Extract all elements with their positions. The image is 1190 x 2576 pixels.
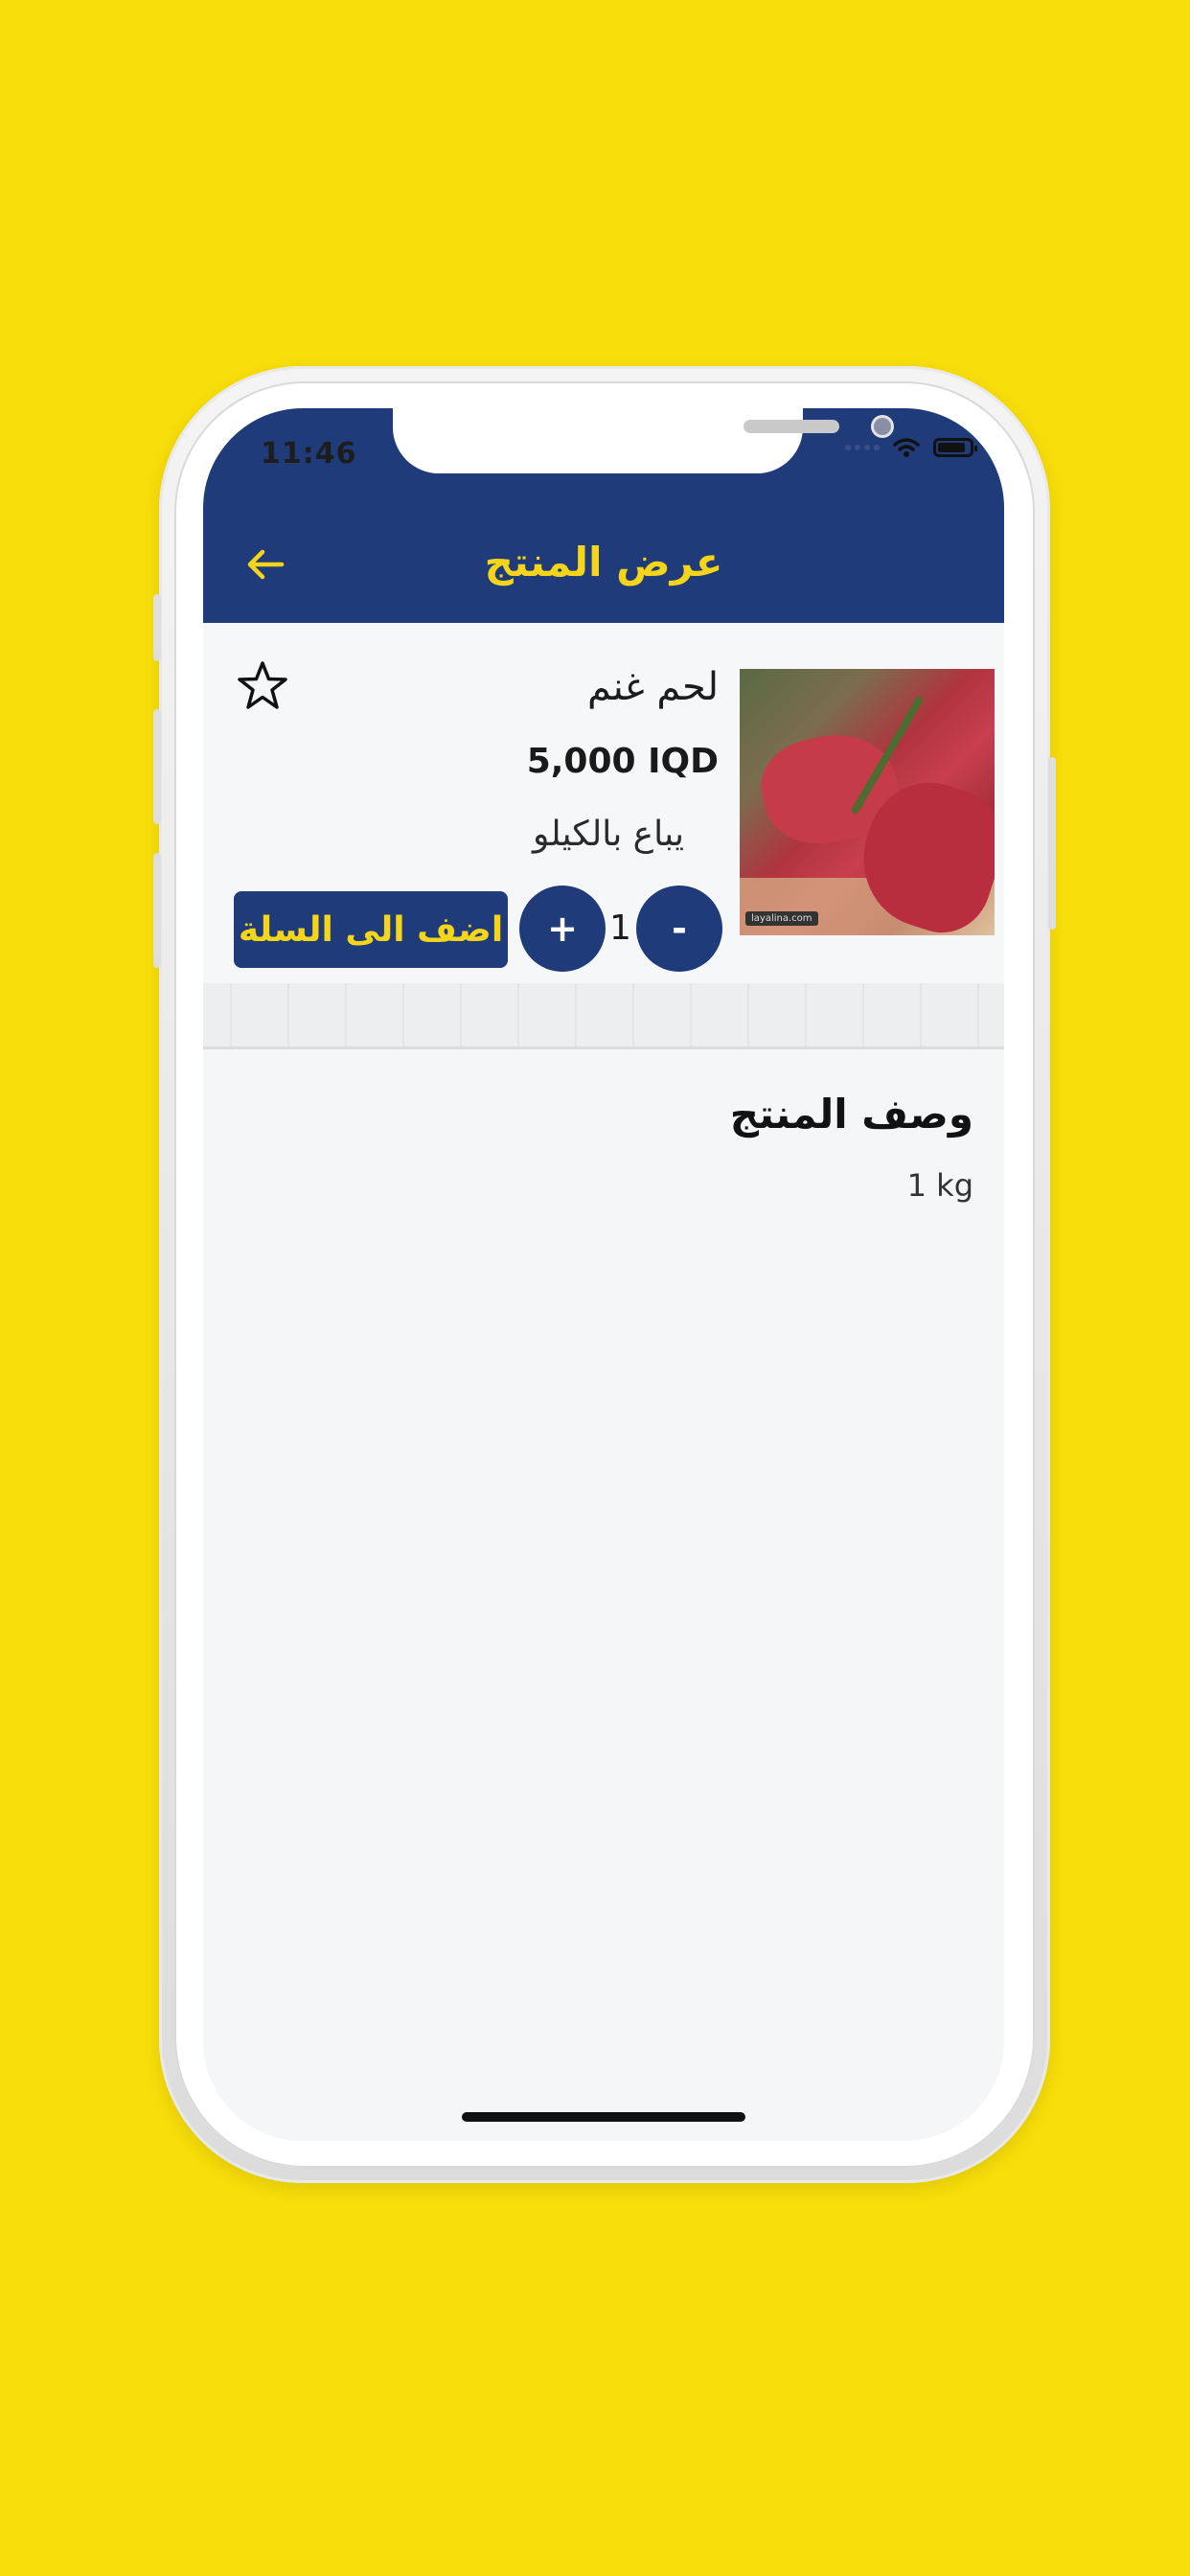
page-title: عرض المنتج	[484, 539, 723, 586]
notch	[393, 408, 891, 473]
power-button	[1048, 757, 1056, 930]
speaker-grille	[744, 420, 839, 433]
product-unit-note: يباع بالكيلو	[533, 815, 684, 854]
front-camera	[874, 418, 891, 435]
app-screen: 11:46 عرض المنتج layalina.com لحم غنم 5,…	[203, 408, 1004, 2141]
wifi-icon	[893, 438, 920, 457]
product-card: layalina.com لحم غنم 5,000 IQD يباع بالك…	[203, 623, 1004, 983]
mute-switch	[153, 594, 161, 661]
quantity-decrease-button[interactable]: -	[636, 886, 722, 972]
home-indicator[interactable]	[462, 2112, 745, 2122]
description-value: 1 kg	[906, 1167, 973, 1204]
battery-icon	[933, 438, 977, 457]
decorative-pattern-strip	[203, 983, 1004, 1049]
status-time: 11:46	[261, 437, 357, 471]
volume-down-button	[153, 853, 161, 968]
volume-up-button	[153, 709, 161, 824]
description-title: وصف المنتج	[729, 1091, 973, 1138]
quantity-value: 1	[609, 908, 631, 948]
product-image: layalina.com	[740, 669, 995, 935]
quantity-increase-button[interactable]: +	[519, 886, 606, 972]
image-watermark: layalina.com	[745, 911, 818, 926]
app-header: 11:46 عرض المنتج	[203, 408, 1004, 623]
signal-icon	[845, 445, 880, 450]
add-to-cart-button[interactable]: اضف الى السلة	[234, 891, 508, 968]
product-price: 5,000 IQD	[526, 742, 719, 781]
status-icons	[845, 437, 977, 458]
star-outline-icon[interactable]	[234, 657, 291, 715]
product-name: لحم غنم	[587, 665, 719, 709]
